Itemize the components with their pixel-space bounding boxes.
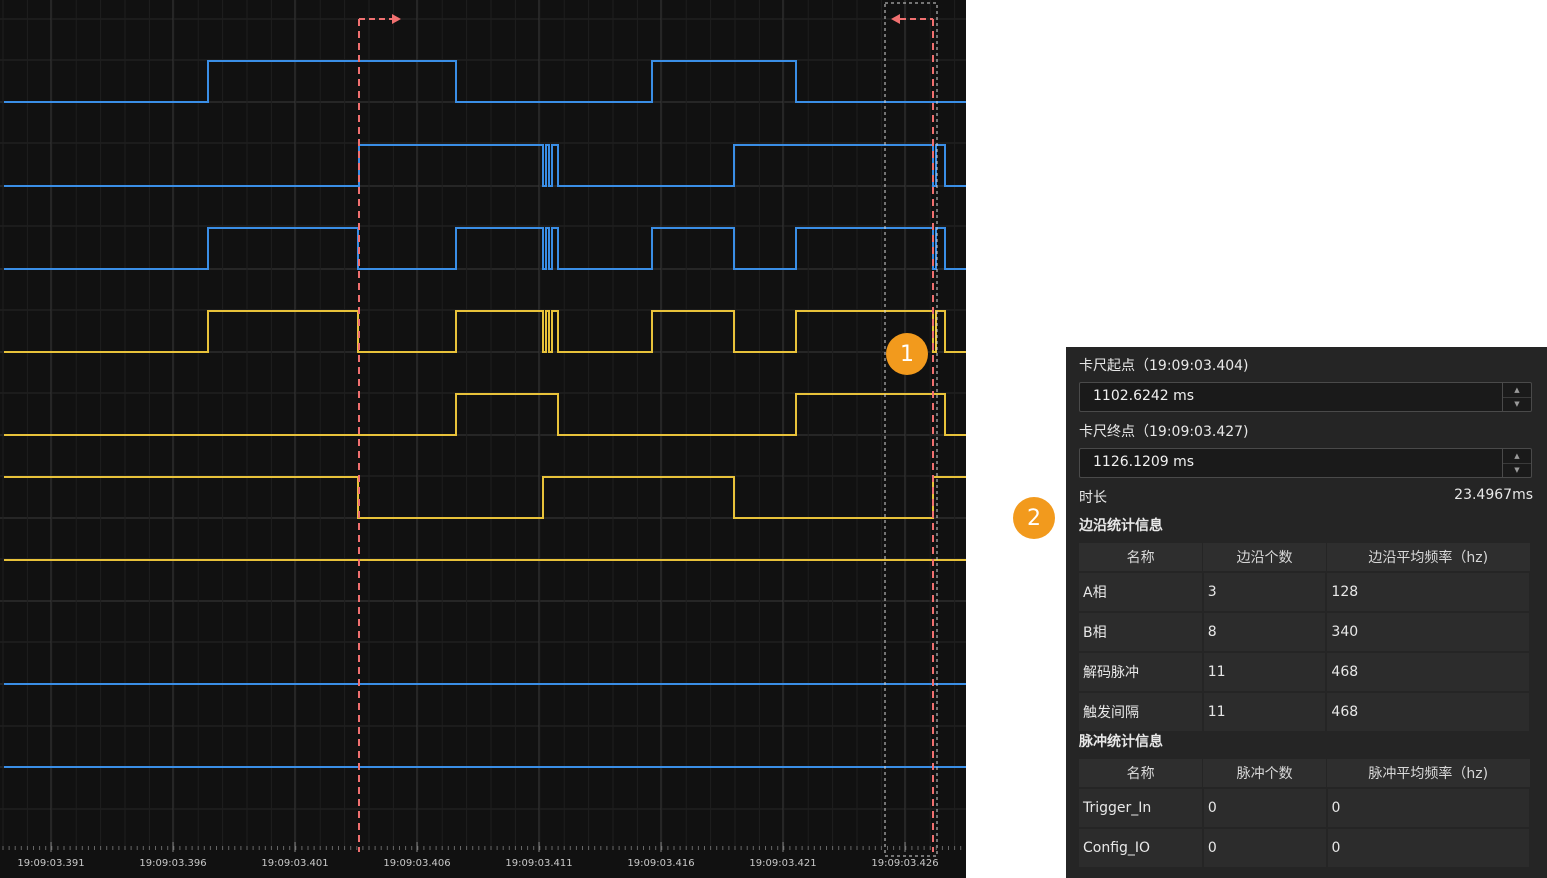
cell-name: Config_IO <box>1079 827 1204 867</box>
spin-down-icon[interactable]: ▼ <box>1503 397 1531 411</box>
signal-trace-5 <box>4 393 966 436</box>
column-header-count[interactable]: 边沿个数 <box>1202 543 1327 572</box>
caliper-cursors[interactable] <box>358 2 938 857</box>
cell-count: 11 <box>1202 691 1328 731</box>
table-row[interactable]: 解码脉冲 11 468 <box>1079 651 1531 692</box>
time-axis: 19:09:03.391 19:09:03.396 19:09:03.401 19:0… <box>2 842 962 869</box>
duration-value: 23.4967ms <box>1454 487 1533 503</box>
table-row[interactable]: B相 8 340 <box>1079 611 1531 652</box>
spin-down-icon[interactable]: ▼ <box>1503 463 1531 477</box>
caliper-start-spinbox[interactable]: 1102.6242 ms ▲ ▼ <box>1079 382 1532 412</box>
cell-count: 0 <box>1202 827 1328 867</box>
pulse-stats-title: 脉冲统计信息 <box>1079 734 1163 750</box>
spin-up-icon[interactable]: ▲ <box>1503 383 1531 398</box>
caliper-start-value[interactable]: 1102.6242 ms <box>1093 388 1194 404</box>
table-row[interactable]: A相 3 128 <box>1079 571 1531 612</box>
cell-frequency: 468 <box>1326 691 1531 731</box>
cell-count: 3 <box>1202 571 1328 612</box>
edge-stats-title: 边沿统计信息 <box>1079 518 1163 534</box>
axis-tick-label: 19:09:03.426 <box>871 858 938 869</box>
cell-frequency: 128 <box>1326 571 1531 612</box>
signal-trace-1 <box>4 60 966 103</box>
arrow-left-icon <box>891 14 900 24</box>
caliper-end-value[interactable]: 1126.1209 ms <box>1093 454 1194 470</box>
column-header-count[interactable]: 脉冲个数 <box>1202 759 1327 788</box>
axis-tick-label: 19:09:03.411 <box>505 858 572 869</box>
caliper-end-label: 卡尺终点（19:09:03.427) <box>1079 424 1249 440</box>
table-header-row: 名称 边沿个数 边沿平均频率（hz) <box>1079 543 1531 572</box>
table-row[interactable]: Trigger_In 0 0 <box>1079 787 1531 828</box>
caliper-start-label: 卡尺起点（19:09:03.404) <box>1079 358 1249 374</box>
cell-name: B相 <box>1079 611 1204 652</box>
cell-name: 解码脉冲 <box>1079 651 1204 692</box>
annotation-badge-1: 1 <box>886 333 928 375</box>
cell-name: 触发间隔 <box>1079 691 1204 731</box>
table-header-row: 名称 脉冲个数 脉冲平均频率（hz) <box>1079 759 1531 788</box>
axis-tick-label: 19:09:03.401 <box>261 858 328 869</box>
spinbox-arrows: ▲ ▼ <box>1502 383 1531 411</box>
signal-trace-4 <box>4 310 966 353</box>
column-header-name[interactable]: 名称 <box>1079 543 1204 572</box>
cell-frequency: 340 <box>1326 611 1531 652</box>
table-row[interactable]: Config_IO 0 0 <box>1079 827 1531 867</box>
spinbox-arrows: ▲ ▼ <box>1502 449 1531 477</box>
grid-lines <box>0 0 966 850</box>
axis-tick-label: 19:09:03.421 <box>749 858 816 869</box>
axis-tick-label: 19:09:03.406 <box>383 858 450 869</box>
spin-up-icon[interactable]: ▲ <box>1503 449 1531 464</box>
cell-frequency: 0 <box>1326 827 1531 867</box>
cell-count: 11 <box>1202 651 1328 692</box>
caliper-stats-panel: 卡尺起点（19:09:03.404) 1102.6242 ms ▲ ▼ 卡尺终点… <box>1066 347 1547 878</box>
axis-tick-label: 19:09:03.396 <box>139 858 206 869</box>
caliper-end-region <box>884 2 938 857</box>
edge-stats-table: 名称 边沿个数 边沿平均频率（hz) A相 3 128 B相 8 340 解码脉… <box>1079 543 1531 731</box>
pulse-stats-table: 名称 脉冲个数 脉冲平均频率（hz) Trigger_In 0 0 Config… <box>1079 759 1531 867</box>
axis-tick-label: 19:09:03.391 <box>17 858 84 869</box>
cell-frequency: 468 <box>1326 651 1531 692</box>
waveform-canvas[interactable]: 19:09:03.391 19:09:03.396 19:09:03.401 19:0… <box>0 0 966 878</box>
column-header-frequency[interactable]: 边沿平均频率（hz) <box>1326 543 1531 572</box>
table-row[interactable]: 触发间隔 11 468 <box>1079 691 1531 731</box>
waveform-viewer[interactable]: 19:09:03.391 19:09:03.396 19:09:03.401 19:0… <box>0 0 966 878</box>
cell-count: 0 <box>1202 787 1328 828</box>
axis-tick-label: 19:09:03.416 <box>627 858 694 869</box>
signal-traces <box>4 60 966 768</box>
cell-name: A相 <box>1079 571 1204 612</box>
annotation-badge-2: 2 <box>1013 497 1055 539</box>
signal-trace-2 <box>4 144 966 187</box>
column-header-name[interactable]: 名称 <box>1079 759 1204 788</box>
duration-label: 时长 <box>1079 490 1107 506</box>
cell-name: Trigger_In <box>1079 787 1204 828</box>
signal-trace-3 <box>4 227 966 270</box>
signal-trace-6 <box>4 476 966 519</box>
cell-count: 8 <box>1202 611 1328 652</box>
cell-frequency: 0 <box>1326 787 1531 828</box>
arrow-right-icon <box>392 14 401 24</box>
column-header-frequency[interactable]: 脉冲平均频率（hz) <box>1326 759 1531 788</box>
caliper-end-spinbox[interactable]: 1126.1209 ms ▲ ▼ <box>1079 448 1532 478</box>
